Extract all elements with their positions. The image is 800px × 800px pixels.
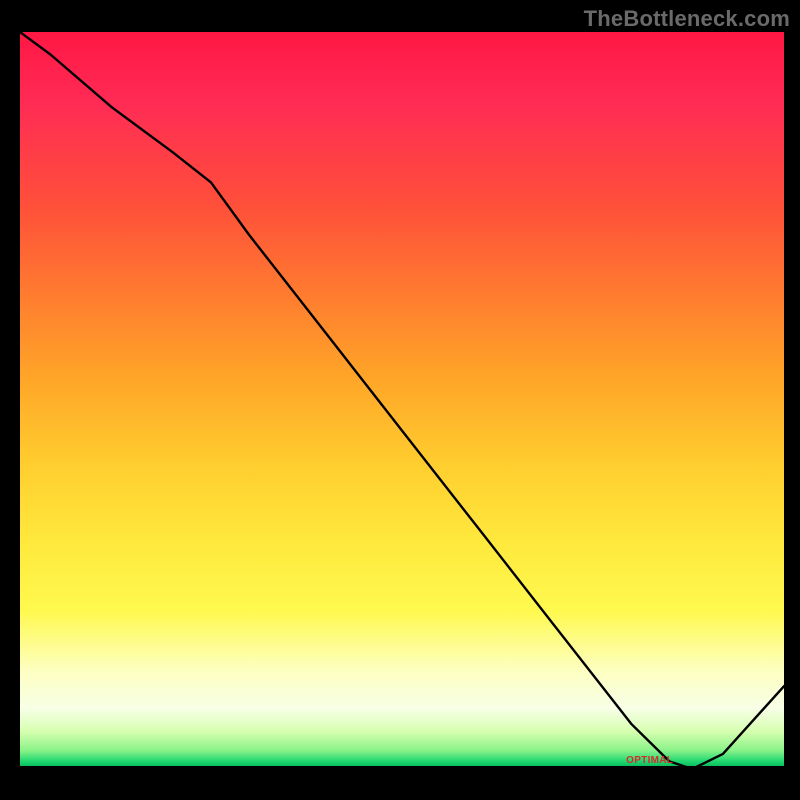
watermark-text: TheBottleneck.com bbox=[584, 6, 790, 32]
chart-frame: TheBottleneck.com OPTIMAL bbox=[0, 0, 800, 800]
plot-gradient-area bbox=[20, 32, 784, 784]
series-label: OPTIMAL bbox=[626, 755, 673, 766]
plot-outer: OPTIMAL bbox=[20, 32, 784, 784]
